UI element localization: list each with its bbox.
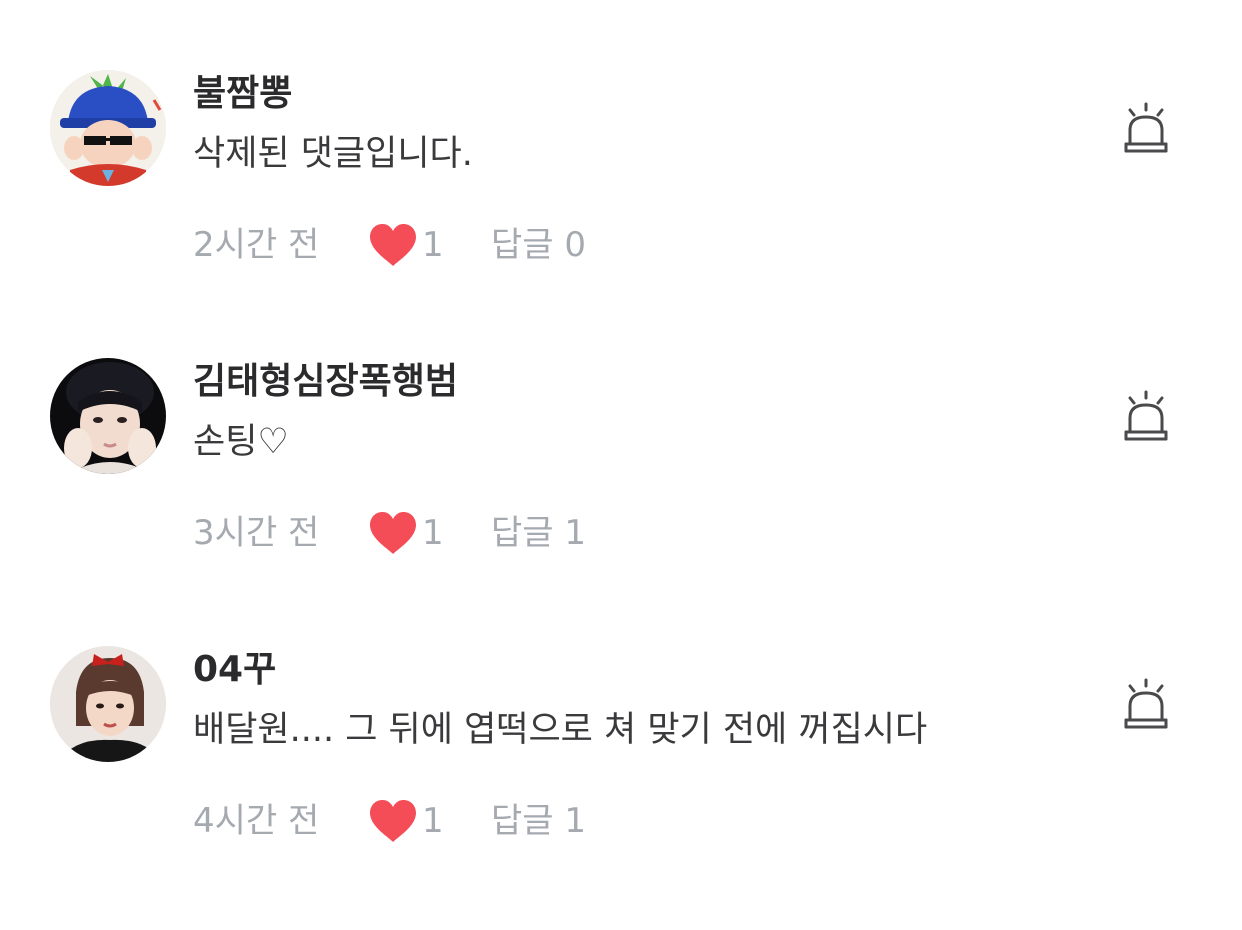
timestamp: 4시간 전 [193, 801, 320, 841]
avatar-photo [50, 646, 166, 762]
reply-button[interactable]: 답글 1 [491, 796, 586, 846]
reply-count: 1 [564, 513, 587, 553]
like-button[interactable]: 1 [368, 508, 444, 558]
comment-text: 손팅♡ [193, 422, 289, 462]
timestamp: 2시간 전 [193, 225, 320, 265]
reply-label: 답글 [491, 513, 554, 553]
report-button[interactable] [1118, 676, 1174, 732]
avatar-photo [50, 358, 166, 474]
username[interactable]: 불짬뽕 [193, 72, 292, 116]
comment-item: 불짬뽕 삭제된 댓글입니다. 2시간 전 1 답글 0 [0, 70, 1242, 330]
avatar[interactable] [50, 358, 166, 474]
report-button[interactable] [1118, 100, 1174, 156]
reply-label: 답글 [491, 801, 554, 841]
siren-icon [1124, 678, 1168, 729]
like-count: 1 [422, 513, 444, 553]
reply-label: 답글 [491, 225, 554, 265]
comment-text: 배달원.... 그 뒤에 엽떡으로 쳐 맞기 전에 꺼집시다 [193, 710, 928, 750]
avatar[interactable] [50, 70, 166, 186]
reply-button[interactable]: 답글 0 [491, 220, 586, 270]
timestamp: 3시간 전 [193, 513, 320, 553]
comment-item: 김태형심장폭행범 손팅♡ 3시간 전 1 답글 1 [0, 358, 1242, 618]
avatar-illustration-hat [50, 70, 166, 186]
username[interactable]: 김태형심장폭행범 [193, 360, 458, 404]
siren-icon [1124, 102, 1168, 153]
heart-icon [370, 512, 416, 554]
report-button[interactable] [1118, 388, 1174, 444]
comment-text: 삭제된 댓글입니다. [193, 134, 473, 174]
like-button[interactable]: 1 [368, 796, 444, 846]
reply-count: 0 [564, 225, 587, 265]
like-count: 1 [422, 801, 444, 841]
like-button[interactable]: 1 [368, 220, 444, 270]
avatar[interactable] [50, 646, 166, 762]
siren-icon [1124, 390, 1168, 441]
comment-item: 04꾸 배달원.... 그 뒤에 엽떡으로 쳐 맞기 전에 꺼집시다 4시간 전… [0, 646, 1242, 906]
reply-button[interactable]: 답글 1 [491, 508, 586, 558]
username[interactable]: 04꾸 [193, 648, 276, 692]
reply-count: 1 [564, 801, 587, 841]
like-count: 1 [422, 225, 444, 265]
heart-icon [370, 224, 416, 266]
heart-icon [370, 800, 416, 842]
